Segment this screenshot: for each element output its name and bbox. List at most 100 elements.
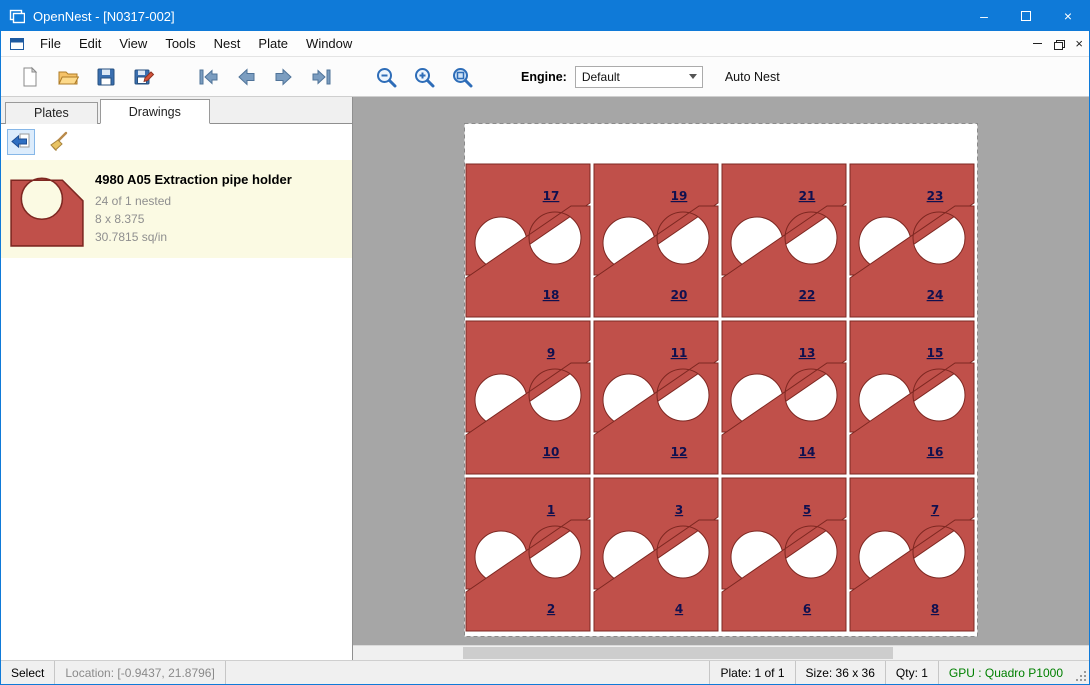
part-number-17: 17 <box>543 189 560 203</box>
part-number-16: 16 <box>927 445 944 459</box>
titlebar: OpenNest - [N0317-002] – × <box>1 1 1089 31</box>
part-number-22: 22 <box>799 288 816 302</box>
part-number-10: 10 <box>543 445 560 459</box>
drawing-thumbnail <box>7 168 87 250</box>
drawing-area: 30.7815 sq/in <box>95 228 292 246</box>
status-mode: Select <box>1 661 55 684</box>
save-button[interactable] <box>91 62 121 92</box>
part-number-15: 15 <box>927 346 944 360</box>
close-button[interactable]: × <box>1047 1 1089 31</box>
status-size: Size: 36 x 36 <box>795 661 885 684</box>
menu-tools[interactable]: Tools <box>156 31 204 57</box>
drawings-toolbar <box>1 124 352 160</box>
clear-drawings-button[interactable] <box>43 129 71 155</box>
menu-file[interactable]: File <box>31 31 70 57</box>
mdi-minimize-icon <box>1033 43 1042 44</box>
save-as-button[interactable] <box>129 62 159 92</box>
close-icon: × <box>1064 8 1072 24</box>
part-number-14: 14 <box>799 445 816 459</box>
chevron-down-icon <box>689 74 697 79</box>
combo-dropdown-button[interactable] <box>684 67 702 87</box>
scrollbar-thumb[interactable] <box>463 647 893 659</box>
first-plate-button[interactable] <box>193 62 223 92</box>
next-plate-button[interactable] <box>269 62 299 92</box>
maximize-button[interactable] <box>1005 1 1047 31</box>
part-number-8: 8 <box>931 602 939 616</box>
horizontal-scrollbar[interactable] <box>353 645 1089 660</box>
previous-plate-button[interactable] <box>231 62 261 92</box>
first-arrow-icon <box>197 66 219 88</box>
part-number-9: 9 <box>547 346 555 360</box>
mdi-minimize-button[interactable] <box>1033 43 1042 44</box>
zoom-fit-button[interactable] <box>447 62 477 92</box>
status-gpu: GPU : Quadro P1000 <box>938 661 1073 684</box>
new-file-icon <box>19 66 41 88</box>
menu-nest[interactable]: Nest <box>205 31 250 57</box>
part-number-19: 19 <box>671 189 688 203</box>
part-number-4: 4 <box>675 602 683 616</box>
zoom-out-icon <box>375 66 397 88</box>
save-edit-icon <box>133 66 155 88</box>
zoom-in-icon <box>413 66 435 88</box>
menu-edit[interactable]: Edit <box>70 31 110 57</box>
part-number-12: 12 <box>671 445 688 459</box>
engine-value: Default <box>576 70 684 84</box>
menu-plate[interactable]: Plate <box>249 31 297 57</box>
part-number-24: 24 <box>927 288 944 302</box>
part-number-1: 1 <box>547 503 555 517</box>
minimize-icon: – <box>980 8 988 24</box>
next-arrow-icon <box>273 66 295 88</box>
part-number-7: 7 <box>931 503 939 517</box>
menu-window[interactable]: Window <box>297 31 361 57</box>
part-number-5: 5 <box>803 503 811 517</box>
import-arrow-icon <box>10 132 32 152</box>
part-number-20: 20 <box>671 288 688 302</box>
resize-grip-icon <box>1075 670 1087 682</box>
open-button[interactable] <box>53 62 83 92</box>
left-panel: Plates Drawings <box>1 97 353 660</box>
part-number-2: 2 <box>547 602 555 616</box>
zoom-in-button[interactable] <box>409 62 439 92</box>
statusbar: Select Location: [-0.9437, 21.8796] Plat… <box>1 660 1089 684</box>
broom-icon <box>46 131 68 153</box>
menu-view[interactable]: View <box>110 31 156 57</box>
save-icon <box>95 66 117 88</box>
resize-grip[interactable] <box>1073 661 1089 684</box>
mdi-window-controls: × <box>1033 37 1083 50</box>
drawing-list: 4980 A05 Extraction pipe holder 24 of 1 … <box>1 160 352 660</box>
tab-drawings[interactable]: Drawings <box>100 99 210 124</box>
drawing-item[interactable]: 4980 A05 Extraction pipe holder 24 of 1 … <box>1 160 352 258</box>
app-icon <box>9 8 25 24</box>
plate[interactable]: 171819202122232491011121314151612345678 <box>464 123 978 640</box>
canvas[interactable]: 171819202122232491011121314151612345678 <box>353 97 1089 660</box>
mdi-close-button[interactable]: × <box>1075 37 1083 50</box>
part-number-13: 13 <box>799 346 816 360</box>
auto-nest-button[interactable]: Auto Nest <box>725 70 780 84</box>
app-window: OpenNest - [N0317-002] – × File Edit Vie… <box>0 0 1090 685</box>
drawing-thumbnail-shape <box>11 178 83 246</box>
part-number-3: 3 <box>675 503 683 517</box>
window-title: OpenNest - [N0317-002] <box>33 9 963 24</box>
new-button[interactable] <box>15 62 45 92</box>
part-number-18: 18 <box>543 288 560 302</box>
tab-strip: Plates Drawings <box>1 97 352 124</box>
import-drawing-button[interactable] <box>7 129 35 155</box>
plate-svg: 171819202122232491011121314151612345678 <box>464 123 978 637</box>
zoom-out-button[interactable] <box>371 62 401 92</box>
mdi-restore-button[interactable] <box>1054 40 1063 48</box>
zoom-fit-icon <box>451 66 473 88</box>
status-location: Location: [-0.9437, 21.8796] <box>55 661 225 684</box>
menubar: File Edit View Tools Nest Plate Window × <box>1 31 1089 57</box>
engine-label: Engine: <box>521 70 567 84</box>
drawing-size: 8 x 8.375 <box>95 210 292 228</box>
drawing-title: 4980 A05 Extraction pipe holder <box>95 172 292 187</box>
last-plate-button[interactable] <box>307 62 337 92</box>
mdi-restore-icon <box>1054 40 1063 48</box>
status-qty: Qty: 1 <box>885 661 938 684</box>
drawing-nested-count: 24 of 1 nested <box>95 192 292 210</box>
engine-select[interactable]: Default <box>575 66 703 88</box>
tab-plates[interactable]: Plates <box>5 102 98 124</box>
minimize-button[interactable]: – <box>963 1 1005 31</box>
status-plate: Plate: 1 of 1 <box>709 661 794 684</box>
part-thumbnail-icon <box>9 170 85 248</box>
